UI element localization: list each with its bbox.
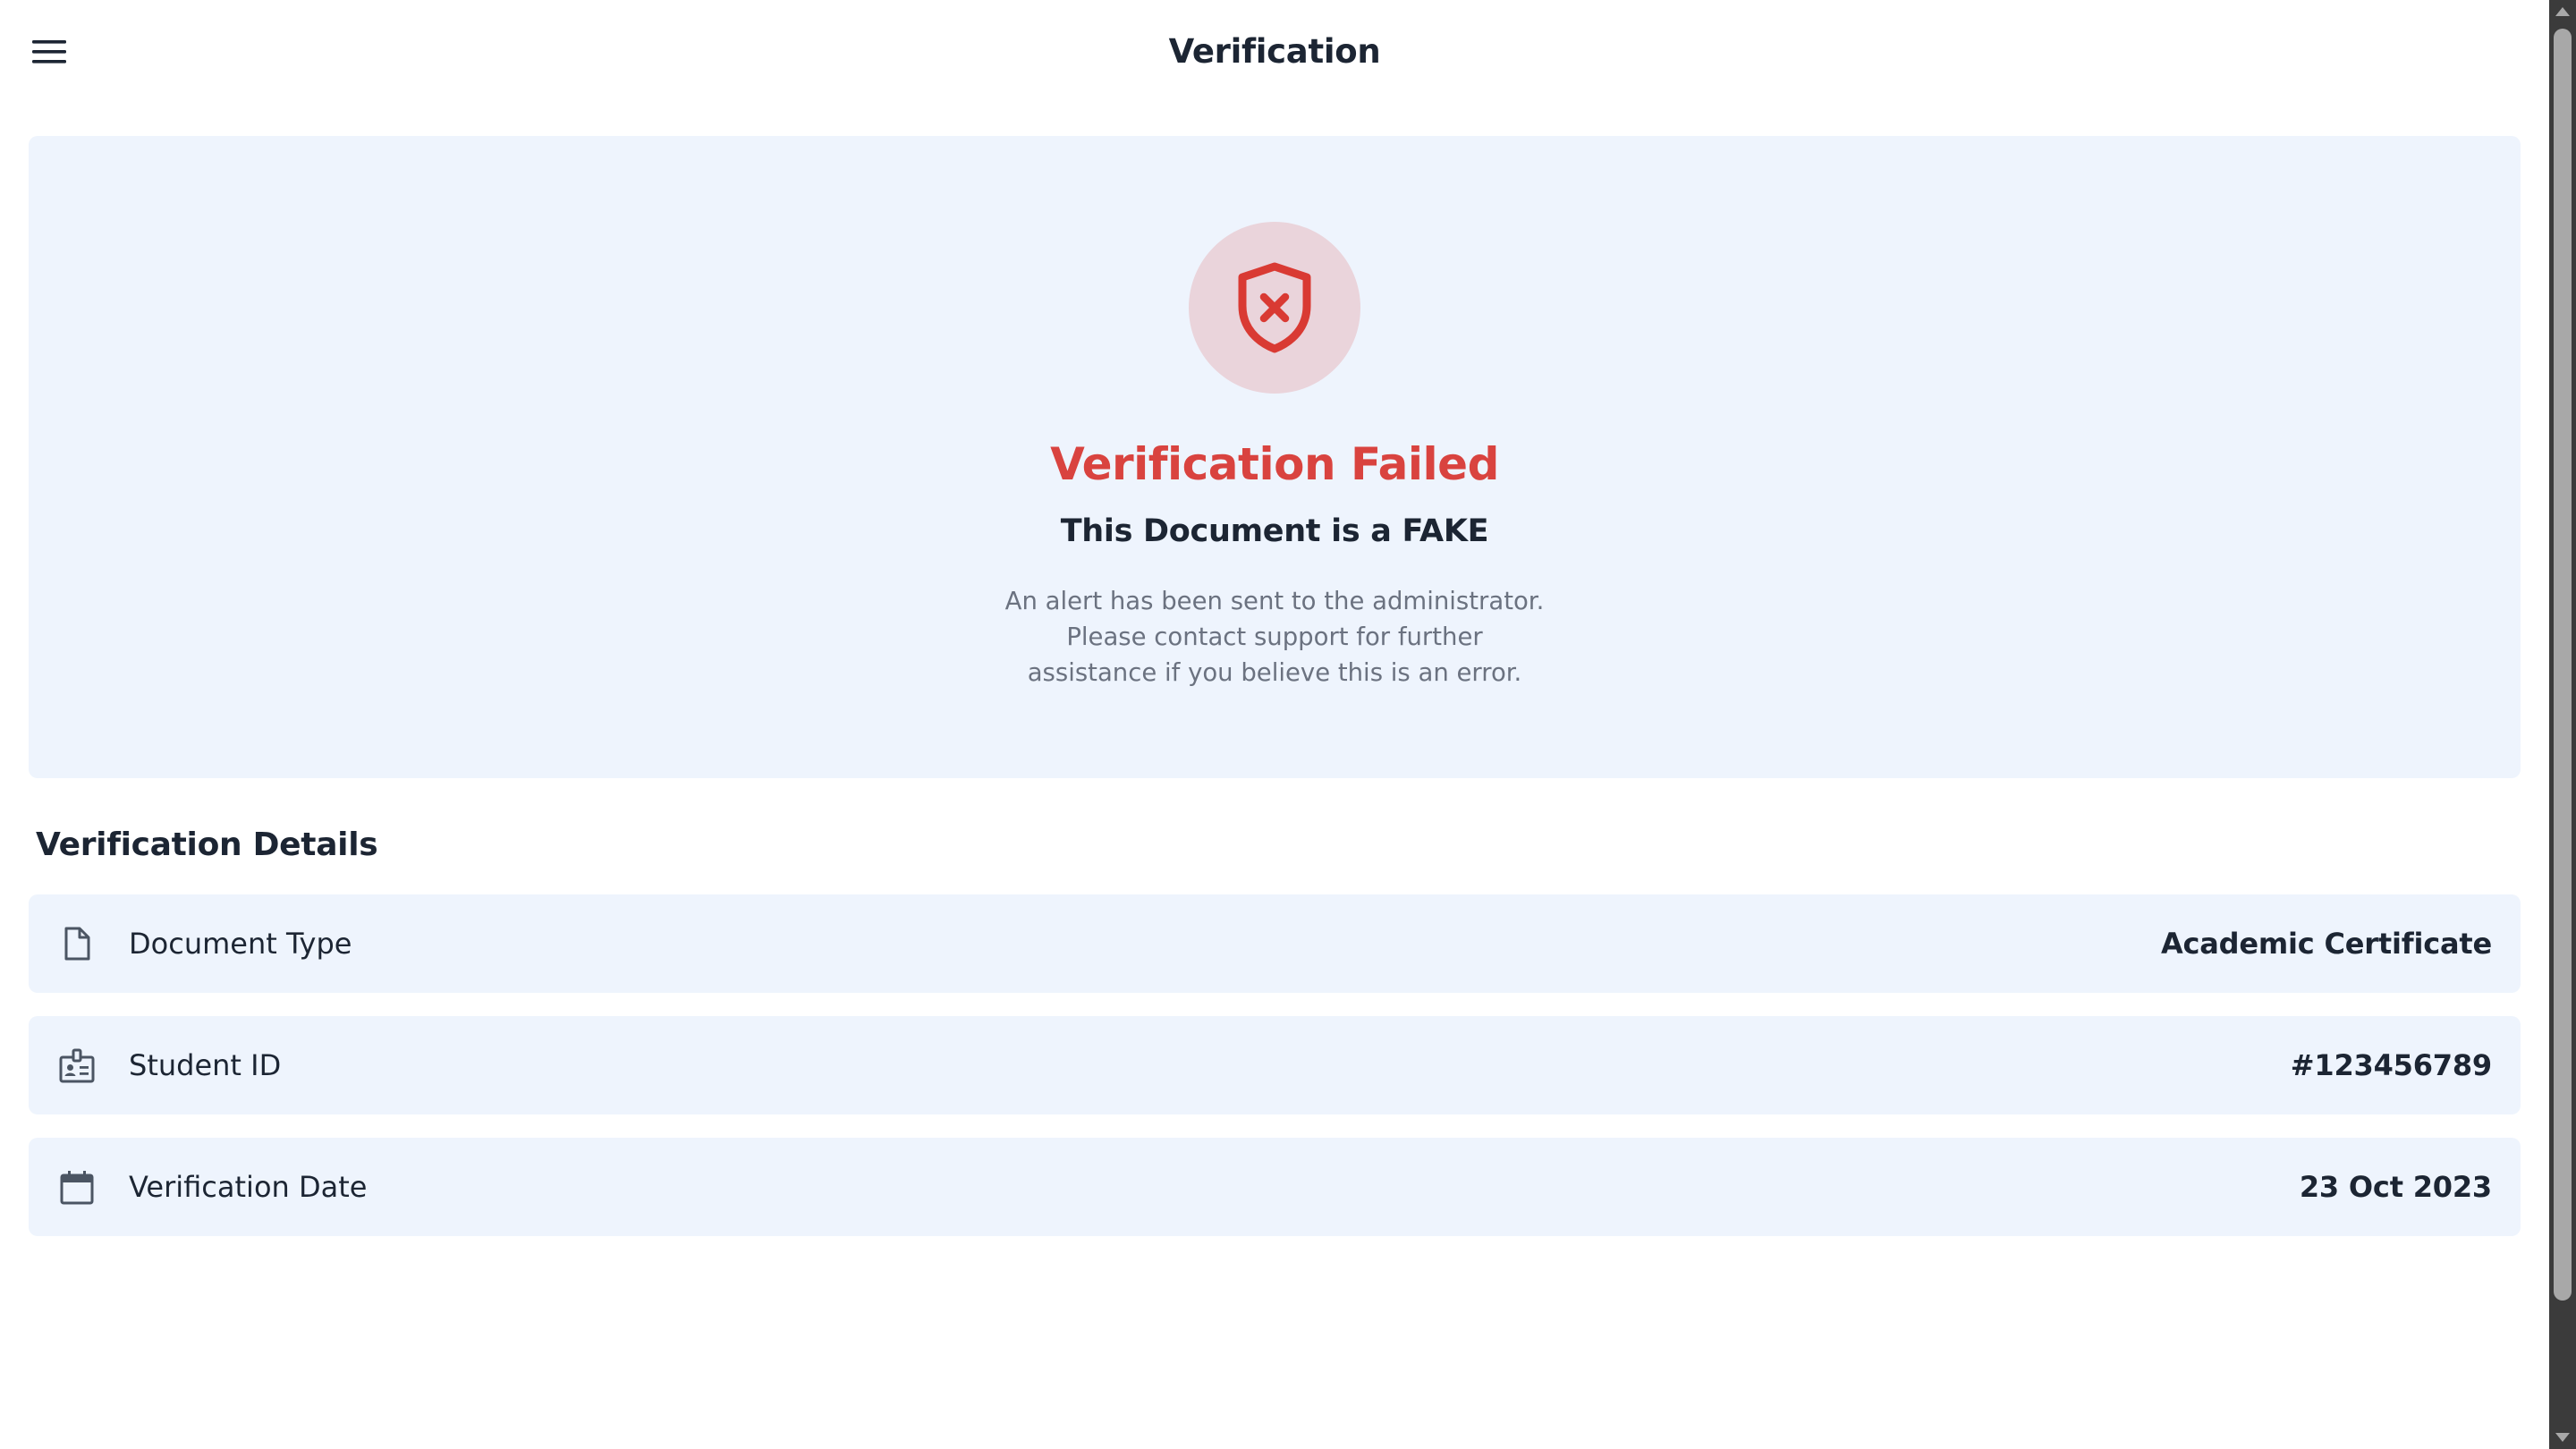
detail-row-document-type: Document Type Academic Certificate: [29, 894, 2521, 993]
status-icon-badge: [1189, 222, 1360, 394]
scrollbar-thumb[interactable]: [2554, 29, 2572, 1301]
detail-value: #123456789: [2290, 1048, 2492, 1082]
page-title: Verification: [1168, 32, 1381, 71]
shield-x-icon: [1238, 262, 1311, 353]
triangle-up-icon: [2555, 7, 2570, 16]
detail-label: Verification Date: [129, 1170, 368, 1204]
document-icon: [64, 927, 90, 961]
details-heading: Verification Details: [36, 826, 378, 863]
triangle-down-icon: [2555, 1433, 2570, 1442]
detail-row-student-id: Student ID #123456789: [29, 1016, 2521, 1114]
calendar-icon: [60, 1171, 94, 1205]
status-subtitle: This Document is a FAKE: [1060, 513, 1489, 549]
detail-row-verification-date: Verification Date 23 Oct 2023: [29, 1138, 2521, 1236]
detail-value: Academic Certificate: [2160, 927, 2492, 961]
id-badge-icon: [59, 1048, 95, 1083]
top-app-bar: Verification: [0, 0, 2549, 106]
vertical-scrollbar[interactable]: [2549, 0, 2576, 1449]
scroll-up-button[interactable]: [2549, 0, 2576, 23]
status-message: An alert has been sent to the administra…: [1004, 587, 1545, 687]
verification-screen: Verification Verification Failed This Do…: [0, 0, 2549, 1449]
detail-label: Document Type: [129, 927, 352, 961]
status-title: Verification Failed: [1050, 438, 1499, 490]
detail-label: Student ID: [129, 1048, 282, 1082]
scroll-down-button[interactable]: [2549, 1426, 2576, 1449]
detail-value: 23 Oct 2023: [2299, 1170, 2492, 1204]
verification-status-card: Verification Failed This Document is a F…: [29, 136, 2521, 778]
